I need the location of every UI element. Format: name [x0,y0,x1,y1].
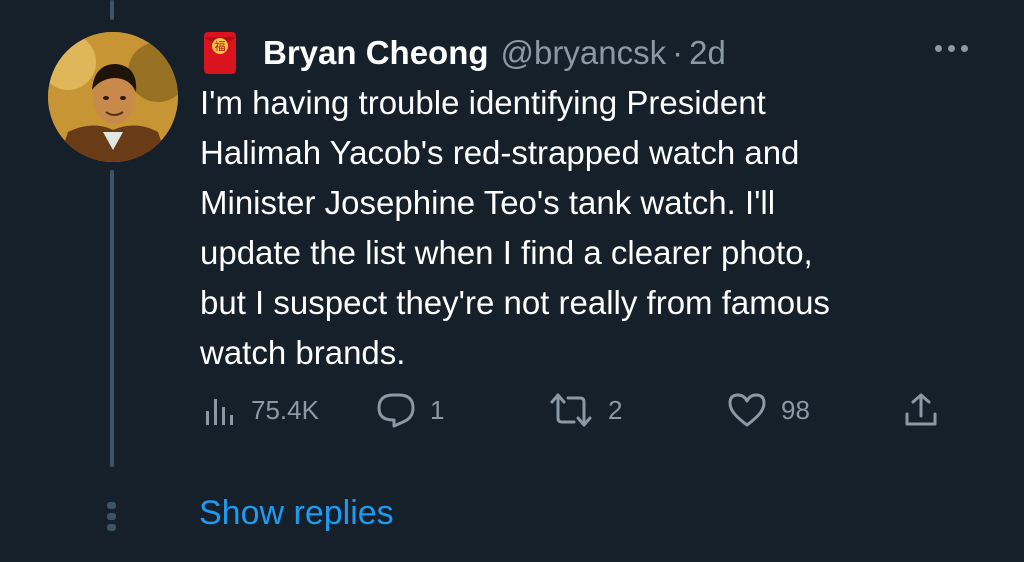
thread-dot [107,502,116,509]
more-options-icon[interactable] [935,38,975,58]
show-replies-link[interactable]: Show replies [199,494,394,533]
reply-icon [377,393,415,428]
like-button[interactable]: 98 [727,390,810,430]
avatar[interactable] [48,32,178,162]
author-handle[interactable]: @bryancsk [501,34,667,72]
share-button[interactable] [903,390,939,430]
more-dot [948,44,955,52]
like-count: 98 [781,394,810,425]
retweet-button[interactable]: 2 [548,390,622,430]
retweet-icon [550,393,592,427]
tweet-text-line: but I suspect they're not really from fa… [200,284,830,321]
thread-line [110,170,114,467]
reply-count: 1 [430,394,445,425]
red-envelope-icon: 福 [203,31,237,75]
collapsed-replies-icon [107,502,116,531]
tweet-text-line: update the list when I find a clearer ph… [200,234,813,271]
more-dot [961,44,968,52]
avatar-image [48,32,178,162]
envelope-glyph: 福 [215,39,226,53]
thread-line-top [110,0,114,20]
author-name[interactable]: Bryan Cheong [263,34,489,72]
separator-dot: · [672,34,684,71]
thread-dot [107,524,116,531]
heart-icon [728,393,766,427]
reply-button[interactable]: 1 [376,390,444,430]
tweet-header: 福 Bryan Cheong @bryancsk · 2d [203,28,726,78]
share-icon [905,393,937,426]
tweet-text: I'm having trouble identifying President… [200,78,980,378]
more-dot [935,44,942,52]
thread-dot [107,513,116,520]
tweet-text-line: Halimah Yacob's red-strapped watch and [200,134,800,171]
views-icon [206,399,233,425]
retweet-count: 2 [608,394,623,425]
tweet-time[interactable]: 2d [689,34,726,72]
tweet-text-line: watch brands. [200,334,406,371]
views-button[interactable]: 75.4K [203,390,319,430]
views-count: 75.4K [251,394,319,425]
tweet-text-line: Minister Josephine Teo's tank watch. I'l… [200,184,776,221]
tweet-text-line: I'm having trouble identifying President [200,84,766,121]
